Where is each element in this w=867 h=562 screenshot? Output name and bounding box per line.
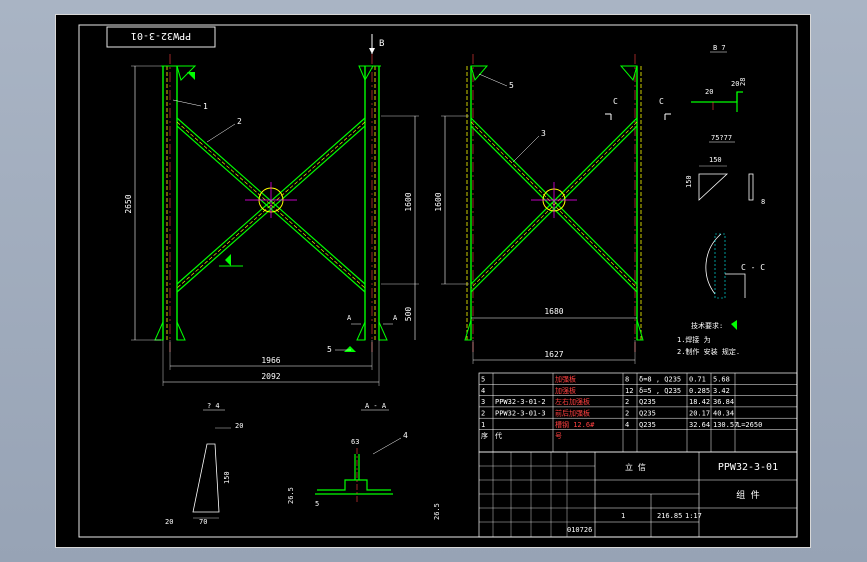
leader-3: 3 [541,129,546,138]
title-block: 立 信 PPW32-3-01 组 件 216.85 1:17 1 010726 [478,451,798,538]
leader-4: 4 [403,431,408,440]
view-c-right: C [659,97,664,106]
inner-border [78,24,798,538]
parts-cell-material: Q235 [639,398,656,406]
dim-outer-width: 2092 [261,372,280,381]
notes-line-1: 1.焊接 为 [677,335,711,344]
dim-side-height: 1600 [434,192,443,211]
cad-drawing: PPW32-3-01 B 2650 1600 500 1966 2092 1 2… [55,14,811,548]
parts-cell-name: 左右加强板 [555,397,590,406]
det-plate-150v: 150 [685,175,693,188]
parts-cell-qty: 2 [625,398,629,406]
parts-cell-remark: L=2650 [737,421,762,429]
drawing-sheet: PPW32-3-01 B 2650 1600 500 1966 2092 1 2… [55,14,811,548]
view-c-left: C [613,97,618,106]
parts-cell-code: PPW32-3-01-3 [495,410,546,418]
rib-dim-70: 70 [199,518,207,526]
aa-dim-26-5: 26.5 [287,487,295,504]
parts-cell-material: δ=8 , Q235 [639,376,681,384]
parts-cell-no: 5 [481,376,485,384]
code-box-text: PPW32-3-01 [131,30,191,41]
leader-5-bottom: 5 [327,345,332,354]
det-plate-150: 150 [709,156,722,164]
parts-cell-no: 2 [481,410,485,418]
parts-cell-code: PPW32-3-01-2 [495,398,546,406]
parts-cell-qty: 2 [625,410,629,418]
aa-dim-5: 5 [315,500,319,508]
plate-view-title: 75?77 [711,134,732,142]
det-b-28: 28 [739,78,747,86]
title-name: 组 件 [736,489,759,501]
notes-title: 技术要求: [691,321,723,330]
parts-cell-qty: 4 [625,421,629,429]
parts-cell-total_w: 3.42 [713,387,730,395]
parts-list: 5 加强板 8 δ=8 , Q235 0.71 5.684 加强板 12 δ=5 , Q235 0… [478,372,798,453]
parts-cell-no: 3 [481,398,485,406]
title-date: 010726 [567,526,592,534]
parts-cell-no: 4 [481,387,485,395]
parts-cell-qty: 12 [625,387,633,395]
rib-view-title: ? 4 [207,402,220,410]
leader-2: 2 [237,117,242,126]
side-view: C C 1600 1680 1627 5 3 [434,54,671,364]
parts-cell-qty: 8 [625,376,629,384]
parts-cell-name: 槽钢 12.6# [555,420,595,429]
notes-line-2: 2.制作 安装 规定. [677,347,740,356]
parts-cell-unit_w: 0.285 [689,387,710,395]
parts-cell-name: 加强板 [555,375,576,384]
title-drawing-no: PPW32-3-01 [718,462,778,473]
parts-cell-unit_w: 18.42 [689,398,710,406]
parts-cell-total_w: 130.57 [713,421,738,429]
rib-dim-20: 20 [235,422,243,430]
parts-cell-no: 序 [481,431,488,440]
view-b-label: B [379,39,384,49]
title-weight: 216.85 [657,512,682,520]
parts-cell-total_w: 40.34 [713,410,734,418]
dim-height-total: 2650 [124,194,133,213]
section-a-right: A [393,314,398,322]
rib-dim-150: 150 [223,471,231,484]
title-sheet: 1 [621,512,625,520]
rib-dim-20b: 20 [165,518,173,526]
cc-view-title: C - C [741,263,765,272]
det-plate-8: 8 [761,198,765,206]
outer-border [55,14,811,548]
parts-cell-total_w: 5.68 [713,376,730,384]
parts-cell-material: Q235 [639,410,656,418]
parts-cell-total_w: 36.84 [713,398,734,406]
leader-1: 1 [203,102,208,111]
parts-cell-unit_w: 20.17 [689,410,710,418]
dim-diag-height: 1600 [404,192,413,211]
detail-views: B 7 20 20 28 75?77 150 150 8 C - C 技术要求:… [677,44,765,356]
dim-side-width-upper: 1680 [544,307,563,316]
parts-cell-name: 前后加强板 [555,409,590,418]
dim-side-width-lower: 1627 [544,350,563,359]
leader-5-top: 5 [509,81,514,90]
dim-base-height: 500 [404,307,413,322]
parts-cell-unit_w: 0.71 [689,376,706,384]
b-view-title: B 7 [713,44,726,52]
dim-inner-width: 1966 [261,356,280,365]
parts-cell-material: Q235 [639,421,656,429]
parts-cell-name: 加强板 [555,386,576,395]
title-scale: 1:17 [685,512,702,520]
parts-cell-material: δ=5 , Q235 [639,387,681,395]
aa-dim-26-5b: 26.5 [433,503,441,520]
det-b-20: 20 [705,88,713,96]
parts-cell-code: 代 [495,431,502,440]
bottom-details: ? 4 20 150 20 70 A - A 63 4 5 26.5 26.5 [165,402,441,526]
parts-cell-name: 号 [555,432,562,440]
aa-dim-63: 63 [351,438,359,446]
parts-cell-unit_w: 32.64 [689,421,710,429]
section-a-left: A [347,314,352,322]
front-view: B 2650 1600 500 1966 2092 1 2 5 A A [124,34,419,386]
aa-view-title: A - A [365,402,387,410]
parts-cell-no: 1 [481,421,485,429]
title-company: 立 信 [625,462,646,472]
